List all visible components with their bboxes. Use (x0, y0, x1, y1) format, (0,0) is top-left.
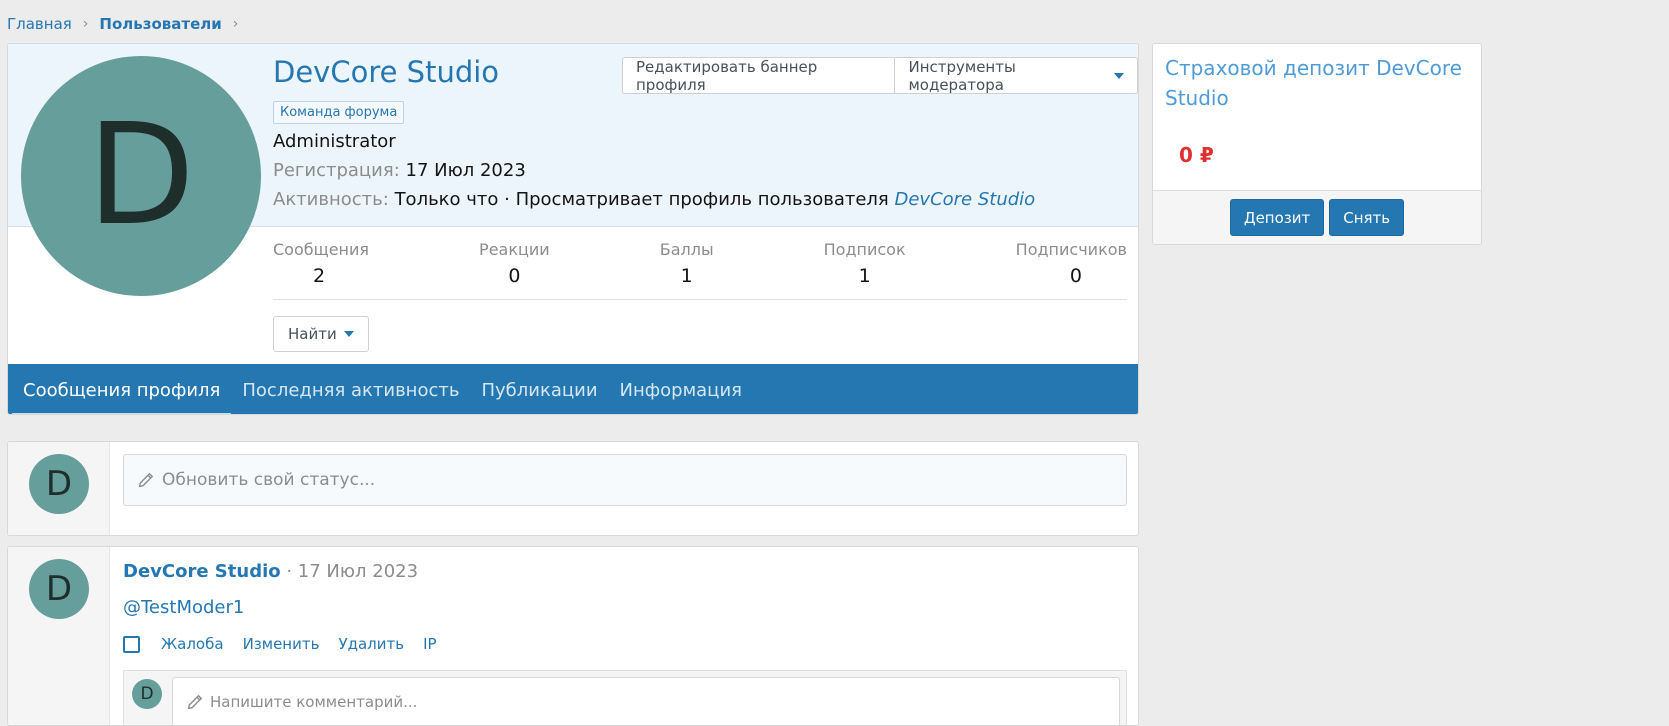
tab-postings[interactable]: Публикации (470, 364, 608, 414)
banner-button-group: Редактировать баннер профиля Инструменты… (622, 57, 1138, 94)
profile-username: DevCore Studio (273, 55, 500, 89)
stat-value: 2 (313, 265, 326, 287)
post-header: DevCore Studio · 17 Июл 2023 (123, 561, 418, 582)
select-checkbox[interactable] (123, 635, 140, 653)
activity-text: Только что · Просматривает профиль польз… (394, 189, 889, 210)
avatar[interactable]: D (21, 56, 261, 296)
caret-down-icon (1114, 72, 1124, 79)
profile-card: D DevCore Studio Редактировать баннер пр… (7, 43, 1139, 415)
deposit-amount: 0 ₽ (1179, 143, 1214, 167)
deposit-footer: Депозит Снять (1153, 190, 1481, 244)
profile-tabs: Сообщения профиля Последняя активность П… (8, 364, 1138, 414)
delete-link[interactable]: Удалить (338, 635, 404, 653)
comment-area: D Напишите комментарий... (123, 670, 1127, 725)
stat-following[interactable]: Подписок 1 (824, 240, 906, 299)
stat-points[interactable]: Баллы 1 (660, 240, 714, 299)
registration-label: Регистрация: (273, 160, 400, 181)
edit-banner-button[interactable]: Редактировать баннер профиля (623, 58, 894, 94)
avatar[interactable]: D (29, 559, 89, 619)
moderator-tools-button[interactable]: Инструменты модератора (894, 57, 1137, 94)
moderator-tools-label: Инструменты модератора (908, 57, 1016, 94)
ip-link[interactable]: IP (423, 635, 436, 653)
stat-label: Сообщения (273, 240, 370, 259)
deposit-button[interactable]: Депозит (1229, 199, 1325, 236)
message-user-column: D (8, 547, 110, 725)
deposit-card: Страховой депозит DevCore Studio 0 ₽ Деп… (1152, 43, 1482, 245)
message-user-column: D (8, 442, 110, 535)
stat-label: Подписок (823, 240, 906, 259)
caret-down-icon (343, 331, 354, 337)
stat-value: 0 (1069, 265, 1082, 287)
stat-followers[interactable]: Подписчиков 0 (1016, 240, 1127, 299)
tab-latest-activity[interactable]: Последняя активность (231, 364, 470, 414)
post-body-mention[interactable]: @TestModer1 (123, 597, 244, 618)
post-author-link[interactable]: DevCore Studio (123, 561, 281, 582)
stat-label: Баллы (659, 240, 714, 259)
registration-date: 17 Июл 2023 (405, 160, 526, 181)
stat-messages[interactable]: Сообщения 2 (273, 240, 369, 299)
activity-user-link[interactable]: DevCore Studio (894, 189, 1035, 210)
pencil-icon (138, 472, 154, 488)
stat-value: 0 (508, 265, 521, 287)
status-input[interactable]: Обновить свой статус... (123, 454, 1127, 506)
breadcrumb: Главная › Пользователи › (7, 15, 243, 33)
post-date[interactable]: · 17 Июл 2023 (286, 561, 418, 582)
tab-about[interactable]: Информация (609, 364, 753, 414)
breadcrumb-home-link[interactable]: Главная (7, 15, 72, 33)
user-title: Administrator (273, 131, 396, 152)
chevron-right-icon: › (232, 16, 239, 32)
activity-label: Активность: (273, 189, 389, 210)
pencil-icon (187, 694, 203, 710)
stat-label: Реакции (479, 240, 550, 259)
profile-stats: Сообщения 2 Реакции 0 Баллы 1 Подписок 1… (273, 240, 1127, 300)
registration-line: Регистрация: 17 Июл 2023 (273, 160, 526, 181)
chevron-right-icon: › (82, 16, 89, 32)
report-link[interactable]: Жалоба (161, 635, 224, 653)
withdraw-button[interactable]: Снять (1329, 199, 1405, 236)
activity-line: Активность: Только что · Просматривает п… (273, 189, 1035, 210)
edit-link[interactable]: Изменить (243, 635, 320, 653)
status-update-block: D Обновить свой статус... (7, 441, 1139, 536)
stat-value: 1 (858, 265, 871, 287)
profile-post: D DevCore Studio · 17 Июл 2023 @TestMode… (7, 546, 1139, 726)
stat-value: 1 (680, 265, 693, 287)
breadcrumb-users-link[interactable]: Пользователи (99, 15, 221, 33)
comment-placeholder: Напишите комментарий... (210, 693, 418, 711)
tab-profile-posts[interactable]: Сообщения профиля (12, 364, 232, 414)
stat-reactions[interactable]: Реакции 0 (479, 240, 550, 299)
team-badge: Команда форума (273, 101, 405, 124)
avatar[interactable]: D (29, 454, 89, 514)
post-actions: Жалоба Изменить Удалить IP (123, 635, 437, 653)
find-label: Найти (288, 325, 337, 343)
status-placeholder: Обновить свой статус... (162, 470, 376, 490)
comment-input[interactable]: Напишите комментарий... (172, 677, 1120, 725)
deposit-title[interactable]: Страховой депозит DevCore Studio (1165, 53, 1469, 113)
avatar[interactable]: D (132, 679, 162, 709)
find-button[interactable]: Найти (273, 316, 369, 352)
stat-label: Подписчиков (1015, 240, 1127, 259)
